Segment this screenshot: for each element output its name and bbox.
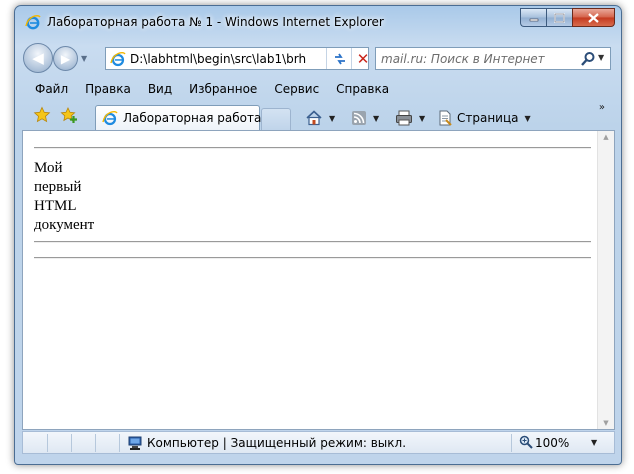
maximize-icon bbox=[554, 12, 565, 23]
feeds-button[interactable]: ▼ bbox=[351, 109, 379, 127]
refresh-icon[interactable] bbox=[332, 51, 348, 67]
chevron-down-icon[interactable]: ▼ bbox=[591, 438, 597, 447]
search-input[interactable] bbox=[381, 52, 571, 66]
more-commands-chevron[interactable]: » bbox=[599, 102, 605, 113]
window-controls bbox=[520, 8, 615, 27]
horizontal-rule-middle bbox=[34, 241, 591, 243]
forward-button[interactable]: ▶ bbox=[53, 46, 78, 71]
page-content: Мой первый HTML документ ▲ ▼ bbox=[22, 130, 615, 430]
document-line: документ bbox=[34, 217, 95, 233]
vertical-scrollbar[interactable]: ▲ ▼ bbox=[597, 131, 614, 429]
page-icon bbox=[110, 51, 126, 66]
rss-icon bbox=[352, 111, 366, 125]
horizontal-rule-top bbox=[34, 147, 591, 149]
menu-help[interactable]: Справка bbox=[336, 82, 389, 96]
minimize-icon bbox=[529, 18, 538, 21]
document-line: Мой bbox=[34, 160, 63, 176]
minimize-button[interactable] bbox=[520, 8, 546, 27]
tab-bar: Лабораторная работа ... ▼ ▼ ▼ Страница ▼… bbox=[15, 100, 621, 130]
menu-favorites[interactable]: Избранное bbox=[189, 82, 257, 96]
ie-logo-icon bbox=[25, 14, 41, 30]
menu-view[interactable]: Вид bbox=[148, 82, 172, 96]
scroll-down-arrow-icon[interactable]: ▼ bbox=[598, 419, 614, 427]
chevron-down-icon[interactable]: ▼ bbox=[419, 114, 425, 123]
window-title: Лабораторная работа № 1 - Windows Intern… bbox=[47, 15, 384, 29]
menu-bar: Файл Правка Вид Избранное Сервис Справка bbox=[15, 79, 621, 99]
security-zone-status[interactable]: Компьютер | Защищенный режим: выкл. bbox=[147, 436, 406, 450]
status-bar: Компьютер | Защищенный режим: выкл. 100%… bbox=[22, 431, 615, 454]
page-menu-button[interactable]: Страница ▼ bbox=[437, 109, 531, 127]
recent-pages-dropdown[interactable]: ▼ bbox=[81, 54, 87, 63]
address-url[interactable]: D:\labhtml\begin\src\lab1\brh bbox=[130, 52, 310, 66]
zoom-icon bbox=[519, 435, 533, 449]
horizontal-rule-bottom bbox=[34, 257, 591, 259]
document-text: Мой первый HTML документ bbox=[34, 159, 591, 235]
search-box[interactable]: ▼ bbox=[375, 47, 611, 70]
page-menu-icon bbox=[439, 110, 452, 126]
arrow-right-icon: ▶ bbox=[60, 51, 71, 66]
title-bar[interactable]: Лабораторная работа № 1 - Windows Intern… bbox=[15, 6, 621, 36]
arrow-left-icon: ◀ bbox=[32, 49, 44, 67]
address-divider bbox=[351, 48, 352, 69]
address-divider bbox=[326, 48, 327, 69]
scroll-up-arrow-icon[interactable]: ▲ bbox=[598, 133, 614, 141]
menu-tools[interactable]: Сервис bbox=[274, 82, 319, 96]
page-menu-label: Страница bbox=[457, 111, 519, 125]
add-favorite-icon[interactable] bbox=[60, 106, 78, 124]
status-divider bbox=[71, 434, 72, 452]
document-line: HTML bbox=[34, 198, 77, 214]
close-icon bbox=[588, 12, 599, 23]
chevron-down-icon: ▼ bbox=[524, 113, 531, 123]
favorites-star-icon[interactable] bbox=[33, 106, 51, 124]
home-button[interactable]: ▼ bbox=[305, 109, 335, 127]
zoom-level[interactable]: 100% bbox=[535, 436, 569, 450]
page-icon bbox=[102, 111, 118, 126]
print-button[interactable]: ▼ bbox=[395, 109, 425, 127]
maximize-button[interactable] bbox=[546, 8, 572, 27]
menu-file[interactable]: Файл bbox=[35, 82, 68, 96]
status-divider bbox=[47, 434, 48, 452]
printer-icon bbox=[396, 110, 412, 126]
tab-label: Лабораторная работа ... bbox=[123, 111, 277, 125]
browser-window: Лабораторная работа № 1 - Windows Intern… bbox=[14, 5, 622, 465]
chevron-down-icon[interactable]: ▼ bbox=[373, 114, 379, 123]
new-tab-button[interactable] bbox=[261, 108, 291, 130]
search-options-dropdown[interactable]: ▼ bbox=[598, 53, 604, 62]
status-divider bbox=[95, 434, 96, 452]
status-divider bbox=[511, 434, 512, 452]
search-icon[interactable] bbox=[580, 51, 596, 67]
close-button[interactable] bbox=[572, 8, 615, 27]
stop-icon[interactable]: ✕ bbox=[356, 51, 370, 67]
tab-active[interactable]: Лабораторная работа ... bbox=[95, 105, 277, 130]
document-body: Мой первый HTML документ bbox=[26, 131, 599, 429]
address-bar[interactable]: D:\labhtml\begin\src\lab1\brh ✕ bbox=[105, 47, 369, 70]
back-button[interactable]: ◀ bbox=[23, 43, 53, 73]
status-divider bbox=[119, 434, 120, 452]
home-icon bbox=[306, 110, 322, 126]
computer-zone-icon bbox=[128, 436, 142, 450]
menu-edit[interactable]: Правка bbox=[85, 82, 131, 96]
chevron-down-icon[interactable]: ▼ bbox=[329, 114, 335, 123]
document-line: первый bbox=[34, 179, 82, 195]
